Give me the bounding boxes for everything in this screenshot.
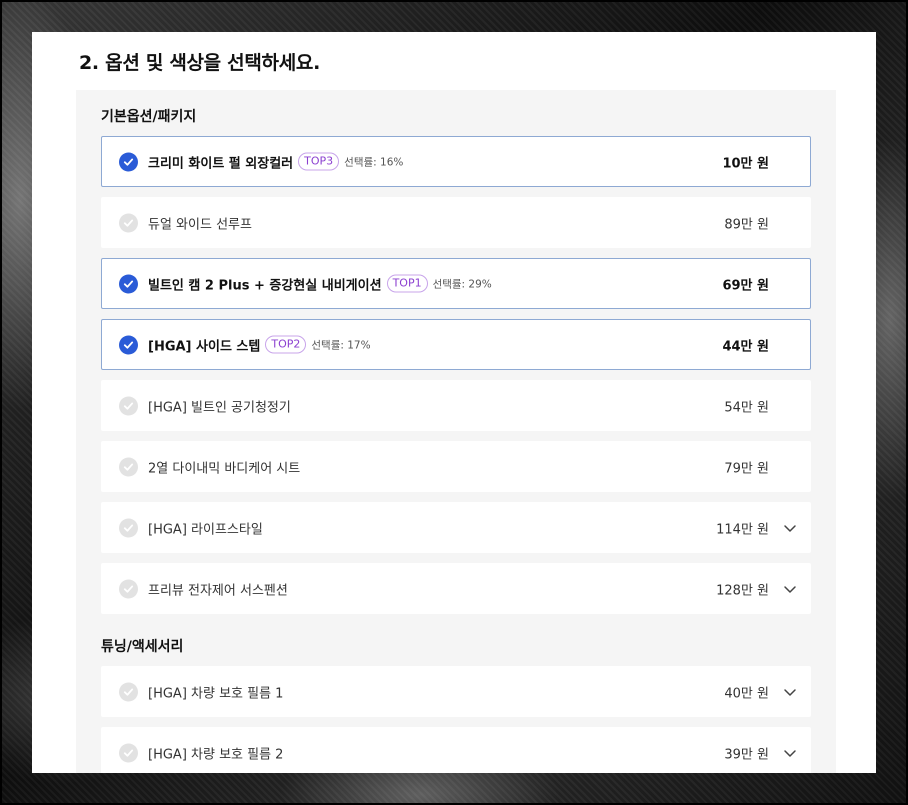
option-name: [HGA] 빌트인 공기청정기 [148, 400, 291, 415]
option-item[interactable]: 크리미 화이트 펄 외장컬러 TOP3 선택률: 16% 10만 원 [101, 136, 811, 187]
option-item[interactable]: [HGA] 사이드 스텝 TOP2 선택률: 17% 44만 원 [101, 319, 811, 370]
check-icon [119, 457, 138, 476]
option-item[interactable]: 듀얼 와이드 선루프 89만 원 [101, 197, 811, 248]
option-item[interactable]: [HGA] 빌트인 공기청정기 54만 원 [101, 380, 811, 431]
selection-rate: 선택률: 29% [432, 278, 492, 290]
check-icon [119, 743, 138, 762]
option-price: 44만 원 [722, 339, 769, 354]
option-name: [HGA] 사이드 스텝 [148, 339, 261, 354]
option-price: 128만 원 [716, 583, 769, 598]
option-name: [HGA] 차량 보호 필름 1 [148, 686, 284, 701]
option-name: [HGA] 차량 보호 필름 2 [148, 747, 284, 762]
option-name: 듀얼 와이드 선루프 [148, 217, 252, 232]
group-title-basic: 기본옵션/패키지 [101, 109, 197, 125]
group-title-tuning: 튜닝/액세서리 [101, 639, 184, 655]
option-item[interactable]: [HGA] 차량 보호 필름 2 39만 원 [101, 727, 811, 773]
chevron-down-icon[interactable] [783, 582, 797, 596]
option-item[interactable]: 빌트인 캠 2 Plus + 증강현실 내비게이션 TOP1 선택률: 29% … [101, 258, 811, 309]
option-item[interactable]: 프리뷰 전자제어 서스펜션 128만 원 [101, 563, 811, 614]
options-panel: 2. 옵션 및 색상을 선택하세요. 기본옵션/패키지 크리미 화이트 펄 외장… [32, 32, 876, 773]
rank-badge: TOP1 [386, 274, 428, 293]
check-icon [119, 213, 138, 232]
option-item[interactable]: 2열 다이내믹 바디케어 시트 79만 원 [101, 441, 811, 492]
option-item[interactable]: [HGA] 라이프스타일 114만 원 [101, 502, 811, 553]
section-title: 2. 옵션 및 색상을 선택하세요. [79, 52, 320, 74]
option-price: 40만 원 [724, 686, 769, 701]
option-price: 89만 원 [724, 217, 769, 232]
option-price: 69만 원 [722, 278, 769, 293]
option-name: 2열 다이내믹 바디케어 시트 [148, 461, 301, 476]
check-icon [119, 579, 138, 598]
option-price: 39만 원 [724, 747, 769, 762]
check-icon [119, 274, 138, 293]
option-name: 크리미 화이트 펄 외장컬러 [148, 156, 294, 171]
option-name: [HGA] 라이프스타일 [148, 522, 263, 537]
option-price: 114만 원 [716, 522, 769, 537]
check-icon [119, 335, 138, 354]
check-icon [119, 682, 138, 701]
check-icon [119, 152, 138, 171]
option-price: 79만 원 [724, 461, 769, 476]
rank-badge: TOP2 [265, 335, 307, 354]
check-icon [119, 518, 138, 537]
options-area: 기본옵션/패키지 크리미 화이트 펄 외장컬러 TOP3 선택률: 16% 10… [76, 90, 836, 773]
option-price: 10만 원 [722, 156, 769, 171]
chevron-down-icon[interactable] [783, 685, 797, 699]
rank-badge: TOP3 [298, 152, 340, 171]
option-price: 54만 원 [724, 400, 769, 415]
chevron-down-icon[interactable] [783, 746, 797, 760]
chevron-down-icon[interactable] [783, 521, 797, 535]
option-name: 빌트인 캠 2 Plus + 증강현실 내비게이션 [148, 278, 382, 293]
selection-rate: 선택률: 16% [344, 156, 404, 168]
selection-rate: 선택률: 17% [311, 339, 371, 351]
option-name: 프리뷰 전자제어 서스펜션 [148, 583, 288, 598]
check-icon [119, 396, 138, 415]
option-item[interactable]: [HGA] 차량 보호 필름 1 40만 원 [101, 666, 811, 717]
